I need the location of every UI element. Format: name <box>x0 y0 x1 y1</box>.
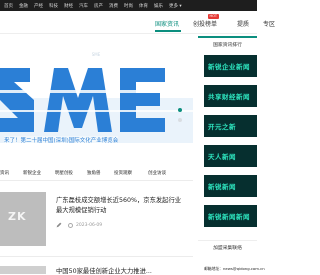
article-date: 2023-06-09 <box>76 222 103 228</box>
category-nav: 资讯 新锐企业 明星创投 独角兽 投资观察 创业访谈 <box>0 167 193 179</box>
email-address[interactable]: news@qidong.com.cn <box>223 266 265 271</box>
active-tab-indicator <box>155 30 181 32</box>
topbar-item-realestate[interactable]: 房产 <box>94 3 103 9</box>
hot-badge: HOT <box>208 14 219 19</box>
article-title[interactable]: 广东磊枝成交额增长近560%，京东发起行业最大规模促销行动 <box>56 196 186 216</box>
topbar-item-fashion[interactable]: 时尚 <box>124 3 133 9</box>
sidebar-header-2: 加盟采集联络 <box>198 240 257 253</box>
sidebar-tile-1[interactable]: 新锐企业新闻 <box>204 55 257 77</box>
topbar-item-tech[interactable]: 科技 <box>49 3 58 9</box>
sidebar-tile-3[interactable]: 开元之新 <box>204 115 257 137</box>
category-investment[interactable]: 投资观察 <box>114 170 132 176</box>
clock-icon <box>68 222 73 228</box>
topbar-item-industry[interactable]: 产经 <box>34 3 43 9</box>
category-interview[interactable]: 创业访谈 <box>148 170 166 176</box>
topbar-item-sports[interactable]: 体育 <box>139 3 148 9</box>
nav-tab-news[interactable]: 国家资讯 <box>155 19 179 28</box>
nav-divider <box>0 33 257 34</box>
category-new-companies[interactable]: 新锐企业 <box>23 170 41 176</box>
topbar-item-finance[interactable]: 金融 <box>19 3 28 9</box>
topbar-item-money[interactable]: 财经 <box>64 3 73 9</box>
sidebar-email: 邮箱地址：news@qidong.com.cn <box>204 266 265 272</box>
topbar-item-more[interactable]: 更多 ▾ <box>169 3 182 9</box>
nav-tab-quality[interactable]: 提质 <box>237 19 249 28</box>
topbar-item-consumer[interactable]: 消费 <box>109 3 118 9</box>
sidebar: 国家资讯排行 新锐企业新闻 共享财经新闻 开元之新 天人新闻 新锐新闻 新锐新闻… <box>198 36 265 274</box>
article-thumbnail-2[interactable] <box>0 266 46 274</box>
topbar-item-ent[interactable]: 娱乐 <box>154 3 163 9</box>
sidebar-tile-5[interactable]: 新锐新闻 <box>204 175 257 197</box>
email-label: 邮箱地址： <box>204 266 223 271</box>
category-star-vc[interactable]: 明星创投 <box>55 170 73 176</box>
sidebar-header: 国家资讯排行 <box>198 36 257 50</box>
slider-dot-1[interactable] <box>178 108 182 112</box>
category-news[interactable]: 资讯 <box>0 170 9 176</box>
sidebar-tile-2[interactable]: 共享财经新闻 <box>204 85 257 107</box>
category-unicorn[interactable]: 独角兽 <box>87 170 101 176</box>
sidebar-tile-6[interactable]: 新锐新闻新闻 <box>204 205 257 227</box>
article-thumbnail[interactable]: ZK <box>0 192 46 246</box>
article-divider <box>0 256 193 257</box>
banner-logo-text: SME <box>92 52 101 57</box>
banner-slider[interactable]: SME 来了！第二十届中国(深圳)国际文化产业博览会 <box>0 38 193 160</box>
slider-dots <box>178 108 182 122</box>
pen-icon <box>56 222 62 228</box>
category-divider <box>0 180 193 181</box>
sidebar-tile-4[interactable]: 天人新闻 <box>204 145 257 167</box>
topbar-item-auto[interactable]: 汽车 <box>79 3 88 9</box>
nav-tab-zone[interactable]: 专区 <box>263 19 275 28</box>
article-meta: 2023-06-09 <box>56 222 102 228</box>
banner-caption[interactable]: 来了！第二十届中国(深圳)国际文化产业博览会 <box>4 136 119 144</box>
topbar-item-home[interactable]: 首页 <box>4 3 13 9</box>
nav-tab-rankings[interactable]: 创投榜单 <box>193 19 217 28</box>
thumbnail-watermark: ZK <box>8 210 27 223</box>
slider-dot-2[interactable] <box>178 118 182 122</box>
top-bar: 首页 金融 产经 科技 财经 汽车 房产 消费 时尚 体育 娱乐 更多 ▾ <box>0 0 257 11</box>
